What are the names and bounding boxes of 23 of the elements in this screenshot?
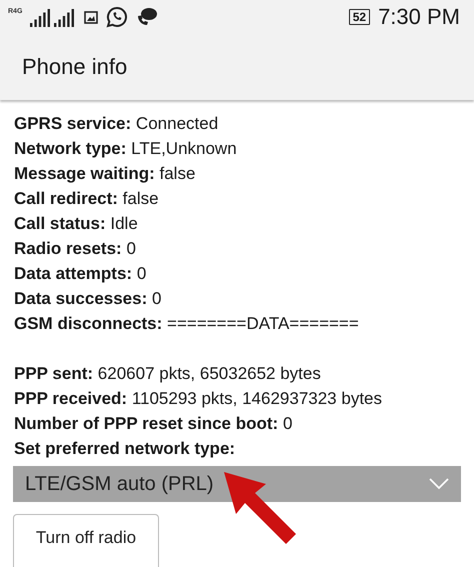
info-text: Call status: Idle bbox=[14, 213, 139, 235]
battery-level: 52 bbox=[348, 9, 370, 25]
network-type-dropdown[interactable]: LTE/GSM auto (PRL) bbox=[13, 466, 461, 502]
signal-icon bbox=[30, 7, 76, 27]
info-text: Data successes: 0 bbox=[14, 288, 162, 310]
chat-icon bbox=[106, 6, 128, 28]
info-text: GSM disconnects: ========DATA======= bbox=[14, 313, 360, 335]
info-text: PPP received: 1105293 pkts, 1462937323 bytes bbox=[14, 388, 383, 410]
screen-title: Phone info bbox=[22, 54, 128, 80]
info-text: Network type: LTE,Unknown bbox=[14, 138, 238, 160]
info-text: Radio resets: 0 bbox=[14, 238, 137, 260]
clock: 7:30 PM bbox=[378, 4, 460, 30]
turn-off-radio-button[interactable]: Turn off radio bbox=[13, 514, 159, 567]
message-icon bbox=[136, 7, 158, 27]
info-text: Set preferred network type: bbox=[14, 438, 236, 460]
info-text: Call redirect: false bbox=[14, 188, 160, 210]
info-text: Data attempts: 0 bbox=[14, 263, 148, 285]
chevron-down-icon bbox=[429, 478, 449, 490]
info-text: Message waiting: false bbox=[14, 163, 196, 185]
info-text: PPP sent: 620607 pkts, 65032652 bytes bbox=[14, 363, 322, 385]
info-text: Number of PPP reset since boot: 0 bbox=[14, 413, 294, 435]
info-text: GPRS service: Connected bbox=[14, 113, 220, 135]
image-icon bbox=[84, 10, 98, 24]
